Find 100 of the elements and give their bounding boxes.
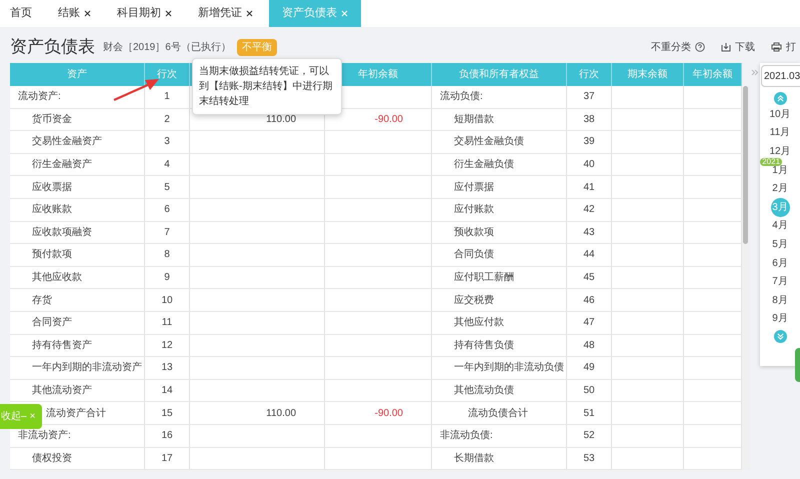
- column-header: 年初余额: [358, 68, 398, 82]
- month-item[interactable]: 6月: [772, 256, 788, 271]
- line-number: 43: [583, 226, 595, 240]
- line-number: 52: [583, 429, 595, 444]
- close-icon[interactable]: [84, 10, 91, 17]
- scrollbar-thumb[interactable]: [743, 86, 748, 244]
- double-chevron-down-icon: [776, 333, 784, 340]
- account-name: 交易性金融负债: [454, 134, 524, 150]
- year-badge: 2021: [760, 158, 782, 166]
- account-name: 持有待售资产: [32, 338, 92, 353]
- account-name: 持有待售负债: [454, 338, 514, 353]
- account-name: 其他应付款: [454, 316, 504, 330]
- column-header: 行次: [157, 68, 177, 82]
- tab[interactable]: 结账: [48, 0, 107, 27]
- account-name: 流动资产合计: [46, 406, 106, 421]
- tab[interactable]: 新增凭证: [188, 0, 269, 27]
- double-chevron-up-icon: [776, 95, 784, 102]
- period-field[interactable]: 2021.03: [761, 65, 800, 87]
- column-header: 年初余额: [692, 68, 732, 82]
- line-number: 17: [161, 452, 173, 466]
- account-name: 预付款项: [32, 248, 72, 262]
- account-name: 衍生金融负债: [454, 158, 514, 172]
- edge-handle[interactable]: [795, 348, 800, 382]
- line-number: 50: [583, 384, 595, 398]
- line-number: 16: [161, 429, 173, 444]
- account-name: 应付账款: [454, 202, 494, 218]
- account-name: 应收款项融资: [32, 226, 92, 240]
- account-name: 流动资产:: [18, 90, 61, 104]
- column-header: 资产: [67, 68, 87, 82]
- account-name: 非流动负债:: [440, 428, 493, 444]
- month-item[interactable]: 8月: [772, 292, 788, 308]
- account-name: 非流动资产:: [18, 428, 71, 444]
- line-number: 53: [583, 452, 595, 466]
- account-name: 流动负债合计: [468, 406, 528, 421]
- line-number: 13: [161, 361, 173, 376]
- month-item[interactable]: 10月: [769, 106, 791, 122]
- line-number: 48: [583, 338, 595, 353]
- tab[interactable]: 科目期初: [107, 0, 188, 27]
- account-name: 其他应收款: [32, 270, 82, 286]
- account-name: 一年内到期的非流动负债: [454, 360, 564, 376]
- line-number: 2: [164, 112, 170, 127]
- line-number: 39: [583, 135, 595, 150]
- line-number: 5: [164, 180, 170, 195]
- line-number: 15: [161, 406, 173, 421]
- amount: 110.00: [266, 406, 296, 421]
- month-item[interactable]: 5月: [772, 236, 788, 252]
- amount: -90.00: [374, 112, 403, 127]
- month-item[interactable]: 4月: [772, 218, 788, 234]
- line-number: 44: [583, 248, 595, 262]
- toolbar-label[interactable]: 不重分类: [651, 40, 691, 54]
- month-item[interactable]: 11月: [770, 125, 790, 140]
- account-name: 合同负债: [454, 248, 494, 262]
- line-number: 3: [164, 135, 170, 150]
- account-name: 一年内到期的非流动资产: [32, 360, 142, 376]
- page-title: 资产负债表: [10, 36, 95, 58]
- account-name: 合同资产: [32, 316, 72, 330]
- line-number: 9: [164, 271, 170, 286]
- account-name: 其他流动资产: [32, 384, 92, 398]
- account-name: 其他流动负债: [454, 384, 514, 398]
- account-name: 长期借款: [454, 452, 494, 466]
- account-name: 预收款项: [454, 226, 494, 240]
- close-icon[interactable]: [165, 10, 172, 17]
- line-number: 47: [583, 316, 595, 330]
- line-number: 46: [583, 294, 595, 308]
- account-name: 应收账款: [32, 202, 72, 218]
- line-number: 40: [583, 158, 595, 172]
- account-name: 衍生金融资产: [32, 158, 92, 172]
- amount: -90.00: [374, 406, 403, 421]
- account-name: 应交税费: [454, 294, 494, 308]
- line-number: 38: [583, 112, 595, 127]
- line-number: 45: [583, 271, 595, 286]
- column-header: 期末余额: [628, 68, 668, 82]
- line-number: 10: [161, 294, 173, 308]
- month-item[interactable]: 2月: [772, 181, 788, 196]
- line-number: 14: [161, 384, 173, 398]
- account-name: 交易性金融资产: [32, 134, 102, 150]
- account-name: 应收票据: [32, 180, 72, 195]
- amount: 110.00: [266, 112, 296, 127]
- print-icon[interactable]: [771, 42, 782, 52]
- column-header: 负债和所有者权益: [459, 68, 539, 82]
- tab[interactable]: 首页: [0, 0, 48, 27]
- month-item[interactable]: 9月: [772, 311, 788, 326]
- account-name: 流动负债:: [440, 90, 483, 104]
- account-name: 应付票据: [454, 180, 494, 195]
- line-number: 12: [161, 338, 173, 353]
- line-number: 41: [583, 180, 595, 195]
- toolbar-label[interactable]: 打: [786, 40, 796, 54]
- standard-note: 财会［2019］6号（已执行）: [103, 40, 231, 54]
- line-number: 1: [164, 90, 170, 104]
- account-name: 货币资金: [32, 112, 72, 127]
- help-icon[interactable]: [695, 42, 705, 52]
- month-item[interactable]: 7月: [772, 274, 788, 290]
- download-icon[interactable]: [721, 42, 731, 52]
- close-icon[interactable]: [246, 10, 253, 17]
- toolbar-label[interactable]: 下载: [735, 40, 755, 54]
- month-item[interactable]: 12月: [769, 144, 791, 159]
- column-header: 行次: [579, 68, 599, 82]
- line-number: 37: [583, 90, 595, 104]
- tooltip: 当期末做损益结转凭证，可以到【结账-期末结转】中进行期末结转处理: [192, 58, 342, 115]
- account-name: 应付职工薪酬: [454, 270, 514, 286]
